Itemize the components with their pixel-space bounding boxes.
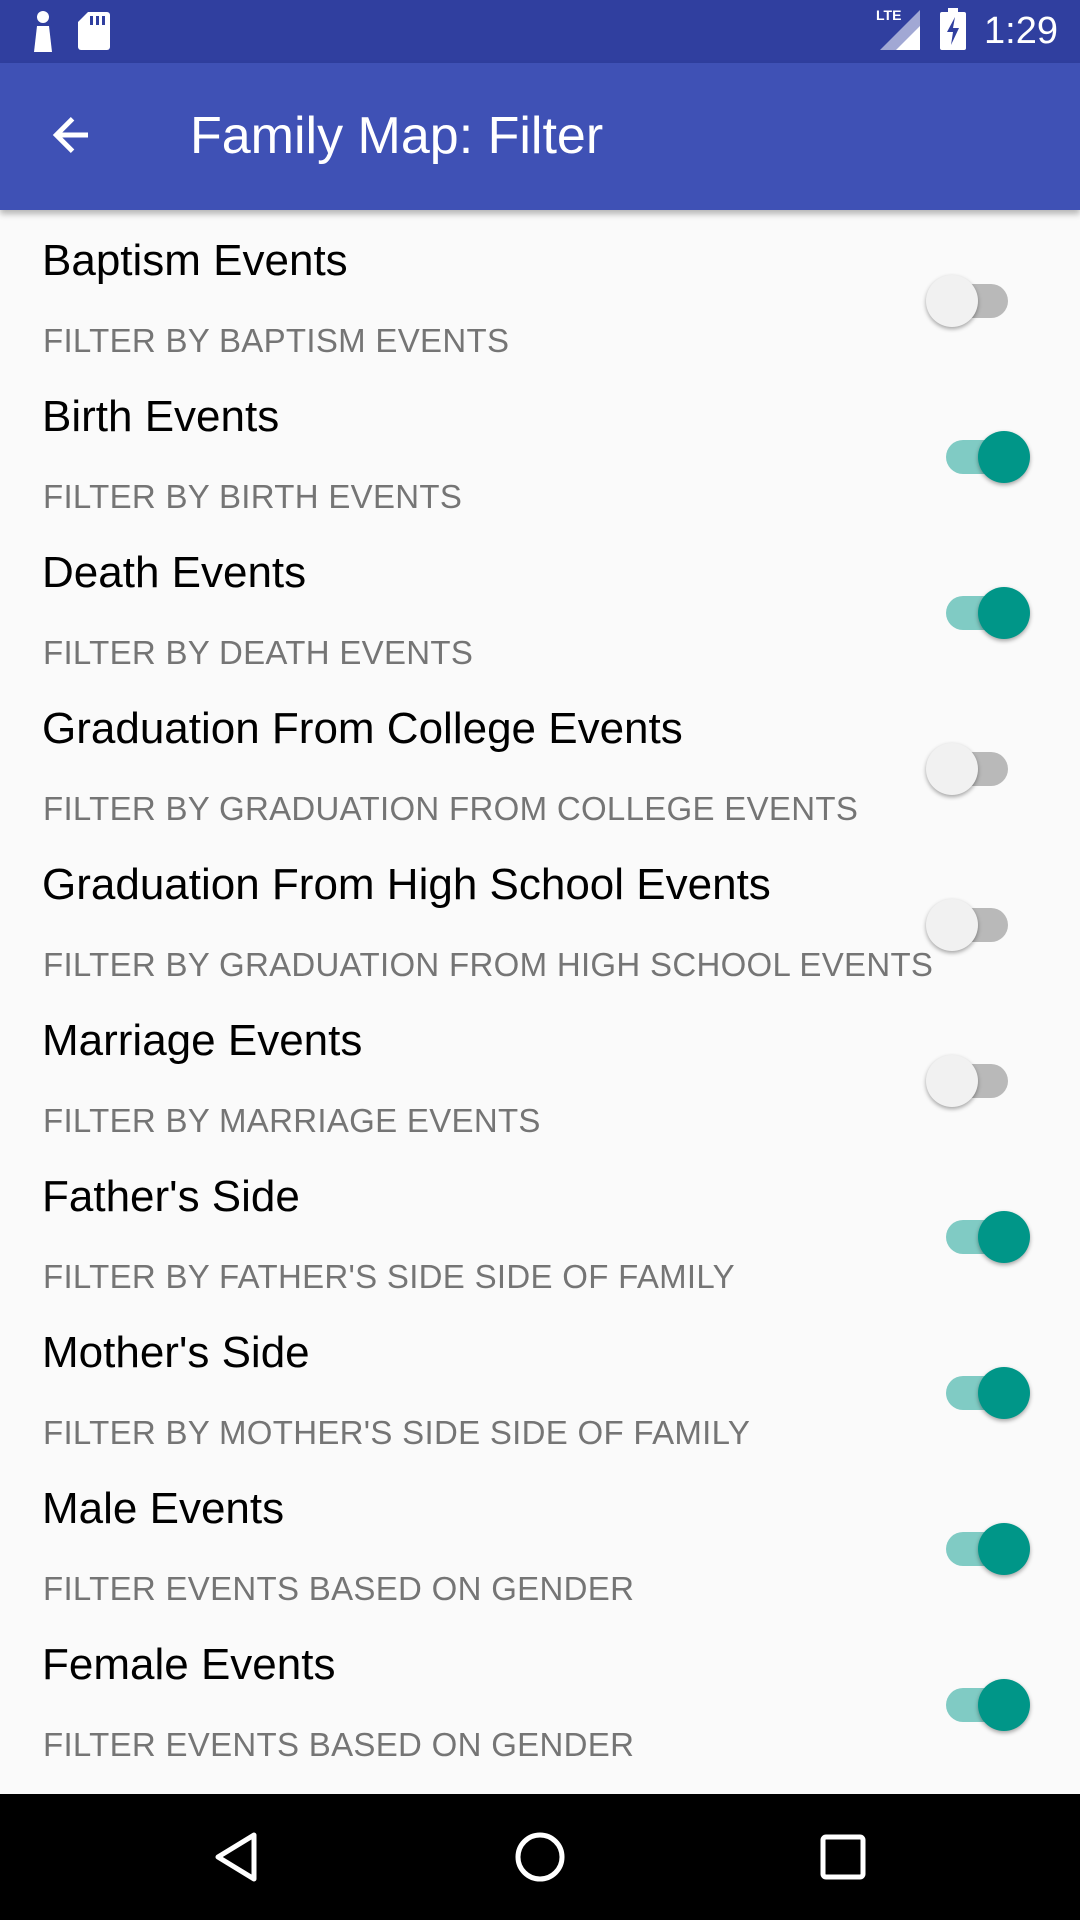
switch-thumb	[978, 431, 1030, 483]
nav-recents-button[interactable]	[803, 1819, 883, 1899]
filter-subtitle: FILTER BY MOTHER'S SIDE SIDE OF FAMILY	[43, 1414, 751, 1451]
nav-home-button[interactable]	[500, 1819, 580, 1899]
filter-title: Female Events	[42, 1640, 336, 1689]
filter-row[interactable]: Female Events FILTER EVENTS BASED ON GEN…	[0, 1614, 1080, 1770]
filter-subtitle: FILTER BY GRADUATION FROM HIGH SCHOOL EV…	[43, 946, 934, 983]
filter-subtitle: FILTER BY BIRTH EVENTS	[43, 478, 463, 515]
filter-row[interactable]: Marriage Events FILTER BY MARRIAGE EVENT…	[0, 990, 1080, 1146]
filter-title: Graduation From College Events	[42, 704, 683, 753]
filter-subtitle: FILTER EVENTS BASED ON GENDER	[43, 1726, 635, 1763]
filter-subtitle: FILTER BY GRADUATION FROM COLLEGE EVENTS	[43, 790, 859, 827]
filter-subtitle: FILTER EVENTS BASED ON GENDER	[43, 1570, 635, 1607]
filter-row[interactable]: Death Events FILTER BY DEATH EVENTS	[0, 522, 1080, 678]
back-triangle-icon	[212, 1831, 260, 1888]
lte-signal-icon: LTE	[876, 6, 922, 57]
back-button[interactable]	[30, 95, 114, 179]
lte-label: LTE	[876, 7, 901, 23]
filter-subtitle: FILTER BY MARRIAGE EVENTS	[43, 1102, 541, 1139]
switch-thumb	[978, 587, 1030, 639]
status-time: 1:29	[984, 10, 1058, 52]
arrow-back-icon	[48, 111, 96, 164]
switch-thumb	[978, 1211, 1030, 1263]
nav-back-button[interactable]	[196, 1819, 276, 1899]
status-bar: LTE 1:29	[0, 0, 1080, 63]
filter-subtitle: FILTER BY FATHER'S SIDE SIDE OF FAMILY	[43, 1258, 735, 1295]
filter-switch[interactable]	[920, 730, 1030, 810]
filter-row[interactable]: Male Events FILTER EVENTS BASED ON GENDE…	[0, 1458, 1080, 1614]
filter-title: Death Events	[42, 548, 307, 597]
status-indicators: LTE 1:29	[876, 0, 1058, 63]
filter-switch[interactable]	[920, 262, 1030, 342]
filter-row[interactable]: Baptism Events FILTER BY BAPTISM EVENTS	[0, 210, 1080, 366]
filter-switch[interactable]	[920, 1198, 1030, 1278]
status-notifications	[30, 10, 110, 57]
filter-title: Mother's Side	[42, 1328, 310, 1377]
filter-subtitle: FILTER BY BAPTISM EVENTS	[43, 322, 510, 359]
filter-switch[interactable]	[920, 1042, 1030, 1122]
notification-icon	[30, 10, 56, 57]
filter-title: Graduation From High School Events	[42, 860, 771, 909]
home-circle-icon	[514, 1831, 566, 1888]
filter-subtitle: FILTER BY DEATH EVENTS	[43, 634, 474, 671]
battery-charging-icon	[940, 8, 967, 55]
filter-switch[interactable]	[920, 574, 1030, 654]
filter-list: Baptism Events FILTER BY BAPTISM EVENTS …	[0, 210, 1080, 1794]
filter-title: Father's Side	[42, 1172, 300, 1221]
switch-thumb	[926, 899, 978, 951]
filter-switch[interactable]	[920, 1354, 1030, 1434]
filter-title: Marriage Events	[42, 1016, 363, 1065]
app-bar: Family Map: Filter	[0, 63, 1080, 210]
switch-thumb	[926, 275, 978, 327]
filter-switch[interactable]	[920, 886, 1030, 966]
filter-switch[interactable]	[920, 1510, 1030, 1590]
filter-row[interactable]: Graduation From High School Events FILTE…	[0, 834, 1080, 990]
filter-switch[interactable]	[920, 1666, 1030, 1746]
switch-thumb	[978, 1523, 1030, 1575]
filter-title: Birth Events	[42, 392, 280, 441]
filter-title: Baptism Events	[42, 236, 348, 285]
filter-row[interactable]: Father's Side FILTER BY FATHER'S SIDE SI…	[0, 1146, 1080, 1302]
filter-row[interactable]: Graduation From College Events FILTER BY…	[0, 678, 1080, 834]
filter-switch[interactable]	[920, 418, 1030, 498]
switch-thumb	[978, 1679, 1030, 1731]
sd-card-icon	[78, 12, 110, 55]
switch-thumb	[926, 1055, 978, 1107]
filter-title: Male Events	[42, 1484, 285, 1533]
switch-thumb	[926, 743, 978, 795]
recents-square-icon	[819, 1833, 867, 1886]
filter-row[interactable]: Mother's Side FILTER BY MOTHER'S SIDE SI…	[0, 1302, 1080, 1458]
page-title: Family Map: Filter	[190, 107, 604, 165]
filter-row[interactable]: Birth Events FILTER BY BIRTH EVENTS	[0, 366, 1080, 522]
switch-thumb	[978, 1367, 1030, 1419]
navigation-bar	[0, 1794, 1080, 1920]
